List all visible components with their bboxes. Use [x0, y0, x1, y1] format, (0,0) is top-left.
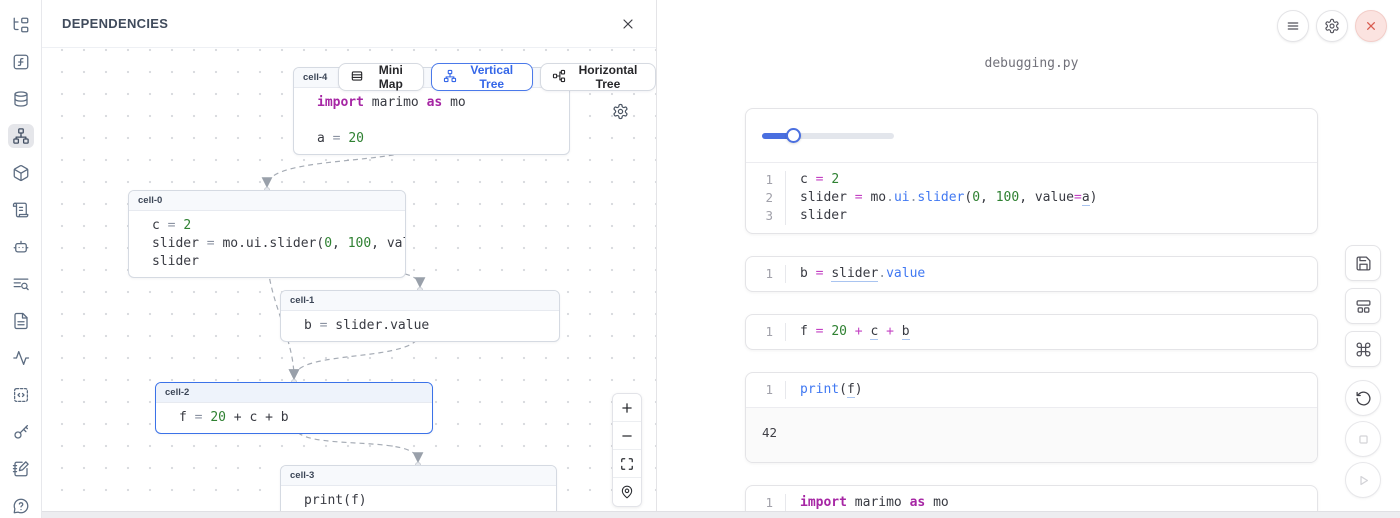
bottom-scrollbar[interactable]: [42, 511, 1400, 518]
dependency-graph-canvas[interactable]: cell-4 import marimo as mo a = 20 cell-0…: [42, 48, 656, 518]
dependencies-title: DEPENDENCIES: [62, 16, 168, 31]
text-search-icon[interactable]: [8, 272, 34, 296]
run-icon[interactable]: [1345, 462, 1381, 498]
menu-icon[interactable]: [1277, 10, 1309, 42]
graph-node-title: cell-3: [281, 466, 556, 486]
dependency-graph-icon[interactable]: [8, 124, 34, 148]
horizontal-tree-icon: [552, 69, 566, 86]
keyboard-shortcuts-icon[interactable]: [1345, 331, 1381, 367]
graph-node-code: c = 2slider = mo.ui.slider(0, 100, value…: [129, 211, 405, 277]
function-square-icon[interactable]: [8, 50, 34, 74]
key-icon[interactable]: [8, 420, 34, 444]
graph-view-toolbar: Mini Map Vertical Tree Horizontal Tree: [338, 63, 656, 91]
vertical-tree-button[interactable]: Vertical Tree: [431, 63, 533, 91]
graph-zoom-controls: [612, 393, 642, 507]
layout-icon[interactable]: [1345, 288, 1381, 324]
database-icon[interactable]: [8, 87, 34, 111]
slider-control[interactable]: [762, 128, 894, 143]
vertical-tree-icon: [443, 69, 457, 86]
marimo-app: DEPENDENCIES: [0, 0, 1400, 518]
graph-node-code: b = slider.value: [281, 311, 559, 341]
cells-column: 1c = 22slider = mo.ui.slider(0, 100, val…: [745, 108, 1318, 518]
activity-icon[interactable]: [8, 346, 34, 370]
graph-node-cell-0[interactable]: cell-0 c = 2slider = mo.ui.slider(0, 100…: [128, 190, 406, 278]
package-icon[interactable]: [8, 161, 34, 185]
graph-node-cell-2[interactable]: cell-2 f = 20 + c + b: [155, 382, 433, 434]
slider-thumb[interactable]: [786, 128, 801, 143]
code-editor[interactable]: 1c = 22slider = mo.ui.slider(0, 100, val…: [746, 162, 1317, 233]
help-icon[interactable]: [8, 494, 34, 518]
notebook-header-buttons: [1277, 10, 1387, 42]
chat-icon[interactable]: [8, 235, 34, 259]
graph-node-code: import marimo as mo a = 20: [294, 88, 569, 154]
fit-view-button[interactable]: [613, 450, 641, 478]
horizontal-tree-button[interactable]: Horizontal Tree: [540, 63, 656, 91]
scroll-icon[interactable]: [8, 198, 34, 222]
scratchpad-icon[interactable]: [8, 457, 34, 481]
stop-icon[interactable]: [1345, 421, 1381, 457]
graph-node-cell-1[interactable]: cell-1 b = slider.value: [280, 290, 560, 342]
notebook-area: debugging.py 1c = 22slider = mo.ui.slide…: [657, 0, 1400, 518]
icon-rail: [0, 0, 42, 518]
code-editor[interactable]: 1print(f): [746, 373, 1317, 407]
cell-f: 1f = 20 + c + b: [745, 314, 1318, 350]
cell-slider: 1c = 22slider = mo.ui.slider(0, 100, val…: [745, 108, 1318, 234]
undo-icon[interactable]: [1345, 380, 1381, 416]
zoom-out-button[interactable]: [613, 422, 641, 450]
code-editor[interactable]: 1b = slider.value: [746, 257, 1317, 291]
graph-node-title: cell-0: [129, 191, 405, 211]
mini-map-icon: [350, 69, 364, 86]
notebook-filename: debugging.py: [745, 56, 1318, 71]
file-tree-icon[interactable]: [8, 13, 34, 37]
graph-node-cell-3[interactable]: cell-3 print(f): [280, 465, 557, 517]
pin-view-button[interactable]: [613, 478, 641, 506]
cell-print: 1print(f) 42: [745, 372, 1318, 463]
close-panel-button[interactable]: [618, 14, 638, 34]
graph-settings-gear-icon[interactable]: [610, 101, 631, 122]
cell-b: 1b = slider.value: [745, 256, 1318, 292]
dependencies-header: DEPENDENCIES: [42, 0, 656, 48]
notebook-action-rail: [1345, 245, 1381, 503]
slider-widget: [746, 109, 1317, 162]
code-editor[interactable]: 1f = 20 + c + b: [746, 315, 1317, 349]
document-icon[interactable]: [8, 309, 34, 333]
graph-node-title: cell-2: [156, 383, 432, 403]
settings-gear-icon[interactable]: [1316, 10, 1348, 42]
graph-node-code: f = 20 + c + b: [156, 403, 432, 433]
graph-node-title: cell-1: [281, 291, 559, 311]
cell-output: 42: [746, 407, 1317, 462]
zoom-in-button[interactable]: [613, 394, 641, 422]
dependencies-panel: DEPENDENCIES: [42, 0, 657, 518]
snippets-icon[interactable]: [8, 383, 34, 407]
mini-map-button[interactable]: Mini Map: [338, 63, 424, 91]
save-icon[interactable]: [1345, 245, 1381, 281]
shutdown-icon[interactable]: [1355, 10, 1387, 42]
